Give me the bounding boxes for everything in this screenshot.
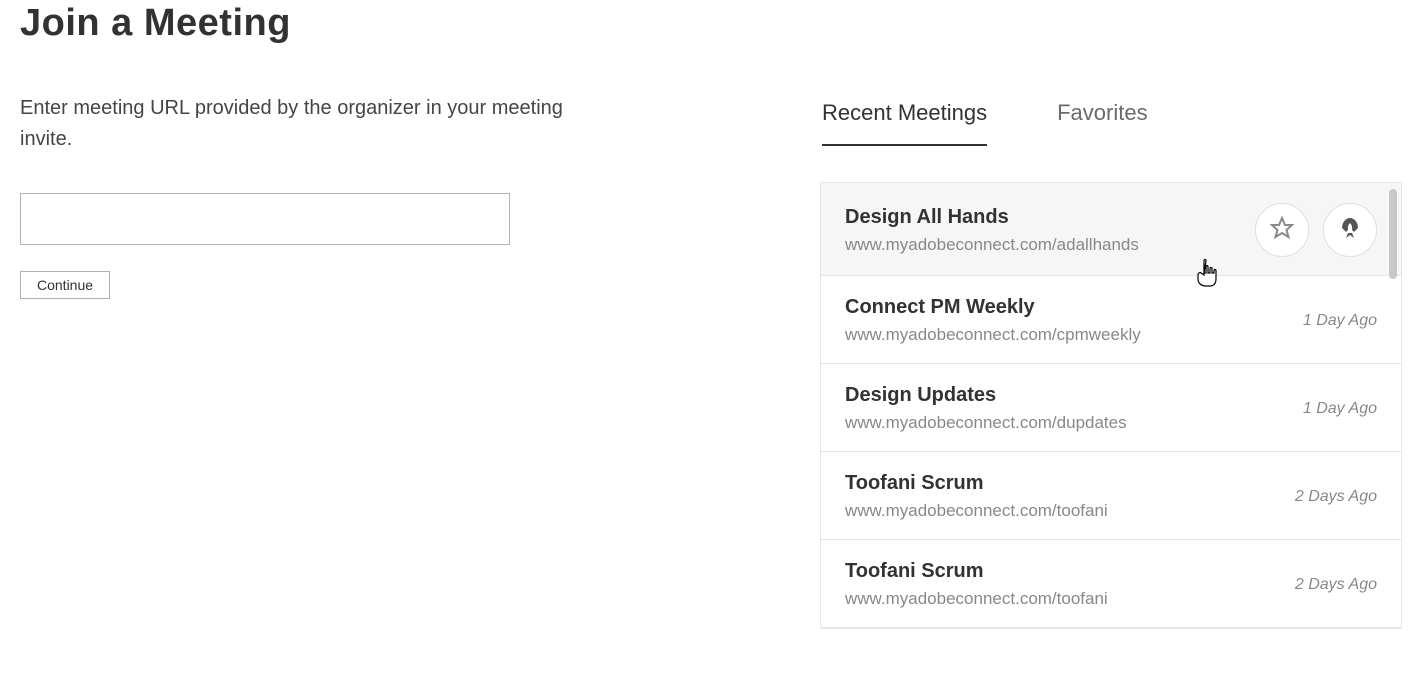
meeting-row[interactable]: Design Updates www.myadobeconnect.com/du… <box>821 364 1401 452</box>
instructions-text: Enter meeting URL provided by the organi… <box>20 93 580 155</box>
meeting-row[interactable]: Toofani Scrum www.myadobeconnect.com/too… <box>821 452 1401 540</box>
meeting-time: 2 Days Ago <box>1295 576 1377 594</box>
meeting-row[interactable]: Toofani Scrum www.myadobeconnect.com/too… <box>821 540 1401 628</box>
scrollbar-thumb[interactable] <box>1389 189 1397 279</box>
meeting-url: www.myadobeconnect.com/toofani <box>845 589 1108 609</box>
meetings-list: Design All Hands www.myadobeconnect.com/… <box>820 182 1402 629</box>
tab-recent-meetings[interactable]: Recent Meetings <box>822 100 987 146</box>
meeting-row[interactable]: Connect PM Weekly www.myadobeconnect.com… <box>821 276 1401 364</box>
meeting-url: www.myadobeconnect.com/adallhands <box>845 235 1139 255</box>
meeting-row-actions <box>1255 203 1377 257</box>
meeting-title: Toofani Scrum <box>845 560 1108 583</box>
star-icon <box>1270 216 1294 245</box>
favorite-button[interactable] <box>1255 203 1309 257</box>
meeting-info: Design Updates www.myadobeconnect.com/du… <box>845 384 1127 433</box>
meeting-time: 1 Day Ago <box>1303 312 1377 330</box>
meetings-tabs: Recent Meetings Favorites <box>820 100 1404 146</box>
meeting-time: 2 Days Ago <box>1295 488 1377 506</box>
meeting-url: www.myadobeconnect.com/toofani <box>845 501 1108 521</box>
meeting-row[interactable]: Design All Hands www.myadobeconnect.com/… <box>821 183 1401 276</box>
meeting-url-input[interactable] <box>20 193 510 245</box>
meeting-title: Connect PM Weekly <box>845 296 1141 319</box>
scrollbar[interactable] <box>1389 189 1397 279</box>
continue-button[interactable]: Continue <box>20 271 110 299</box>
meeting-url: www.myadobeconnect.com/cpmweekly <box>845 325 1141 345</box>
meetings-panel: Recent Meetings Favorites Design All Han… <box>800 0 1424 696</box>
meeting-info: Toofani Scrum www.myadobeconnect.com/too… <box>845 472 1108 521</box>
meeting-info: Connect PM Weekly www.myadobeconnect.com… <box>845 296 1141 345</box>
meeting-title: Design Updates <box>845 384 1127 407</box>
join-meeting-panel: Join a Meeting Enter meeting URL provide… <box>0 0 800 696</box>
meeting-info: Design All Hands www.myadobeconnect.com/… <box>845 206 1139 255</box>
meeting-title: Design All Hands <box>845 206 1139 229</box>
meeting-url: www.myadobeconnect.com/dupdates <box>845 413 1127 433</box>
meeting-time: 1 Day Ago <box>1303 400 1377 418</box>
launch-button[interactable] <box>1323 203 1377 257</box>
rocket-icon <box>1338 216 1362 245</box>
meeting-title: Toofani Scrum <box>845 472 1108 495</box>
tab-favorites[interactable]: Favorites <box>1057 100 1147 146</box>
meeting-info: Toofani Scrum www.myadobeconnect.com/too… <box>845 560 1108 609</box>
page-title: Join a Meeting <box>20 2 780 45</box>
